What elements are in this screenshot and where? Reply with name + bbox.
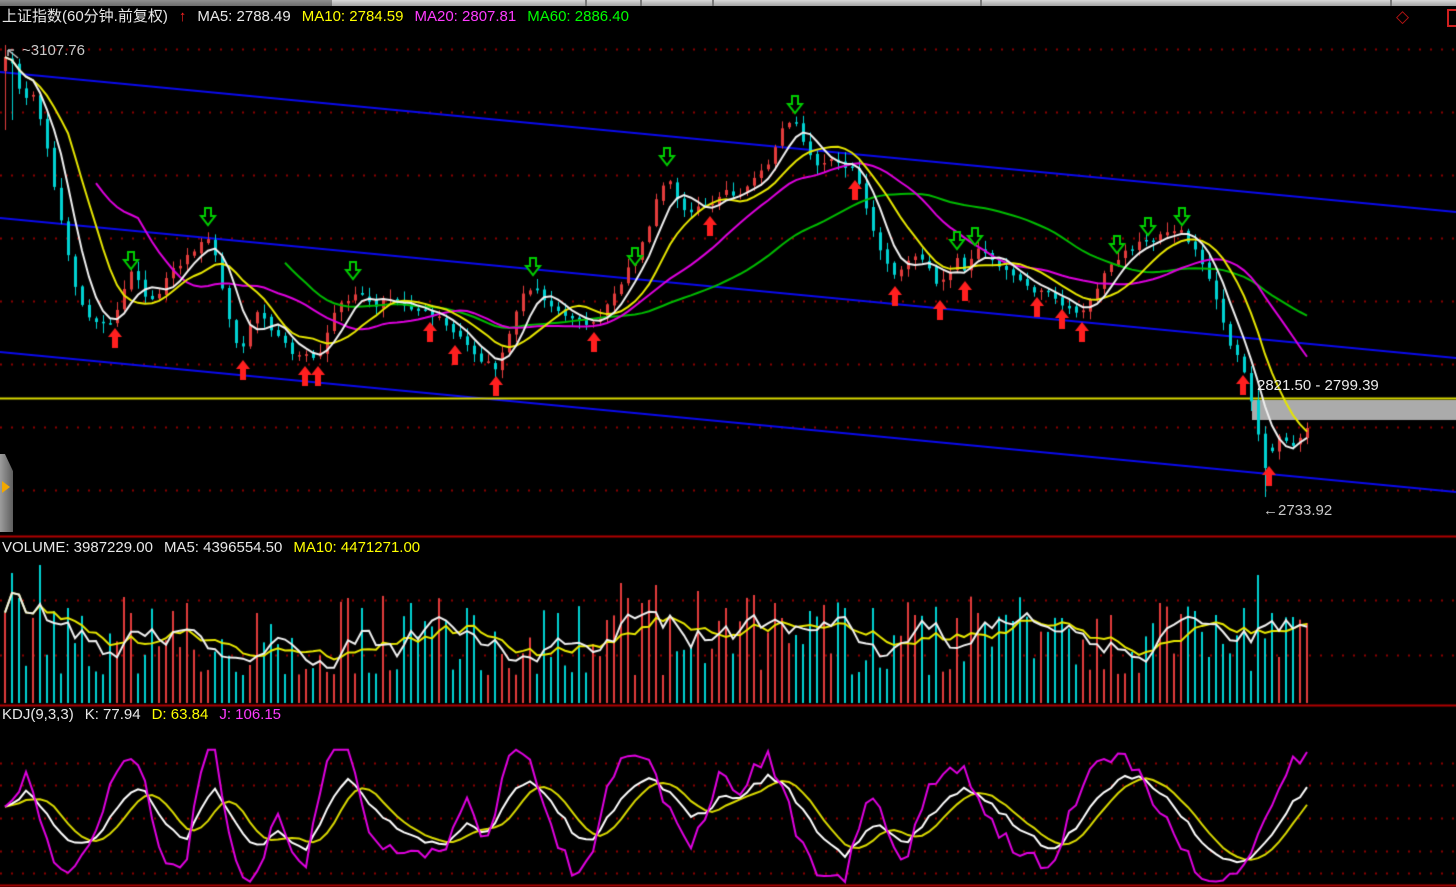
band-range-label: 2821.50 - 2799.39	[1257, 377, 1379, 394]
trading-terminal-window: 上证指数(60分钟.前复权) ↑ MA5: 2788.49 MA10: 2784…	[0, 0, 1456, 887]
volume-ma5-value: MA5: 4396554.50	[164, 539, 282, 556]
trend-up-icon: ↑	[179, 8, 187, 25]
window-toolbar-edge	[0, 0, 1456, 6]
toolbar-edge-dark-segment	[0, 0, 332, 6]
ma10-value: MA10: 2784.59	[302, 8, 404, 25]
kdj-panel-header: KDJ(9,3,3) K: 77.94 D: 63.84 J: 106.15	[2, 706, 281, 723]
toolbar-divider	[585, 0, 587, 6]
diamond-icon[interactable]: ◇	[1396, 8, 1409, 25]
clipped-corner-icon	[1447, 9, 1456, 27]
expand-arrow-icon	[2, 481, 10, 493]
price-chart-canvas[interactable]	[0, 0, 1456, 887]
toolbar-divider	[980, 0, 982, 6]
low-price-label: ←2733.92	[1263, 502, 1332, 519]
volume-ma10-value: MA10: 4471271.00	[293, 539, 420, 556]
toolbar-divider	[1390, 0, 1392, 6]
toolbar-divider	[712, 0, 714, 6]
volume-value: VOLUME: 3987229.00	[2, 539, 153, 556]
toolbar-divider	[640, 0, 642, 6]
high-price-label: ~3107.76	[22, 42, 85, 59]
kdj-j-value: J: 106.15	[219, 706, 281, 723]
kdj-title[interactable]: KDJ(9,3,3)	[2, 706, 74, 723]
symbol-title[interactable]: 上证指数(60分钟.前复权)	[2, 8, 168, 25]
kdj-k-value: K: 77.94	[85, 706, 141, 723]
kdj-d-value: D: 63.84	[152, 706, 209, 723]
ma60-value: MA60: 2886.40	[527, 8, 629, 25]
ma5-value: MA5: 2788.49	[197, 8, 290, 25]
main-chart-header: 上证指数(60分钟.前复权) ↑ MA5: 2788.49 MA10: 2784…	[2, 8, 629, 25]
ma20-value: MA20: 2807.81	[415, 8, 517, 25]
volume-panel-header: VOLUME: 3987229.00 MA5: 4396554.50 MA10:…	[2, 539, 420, 556]
